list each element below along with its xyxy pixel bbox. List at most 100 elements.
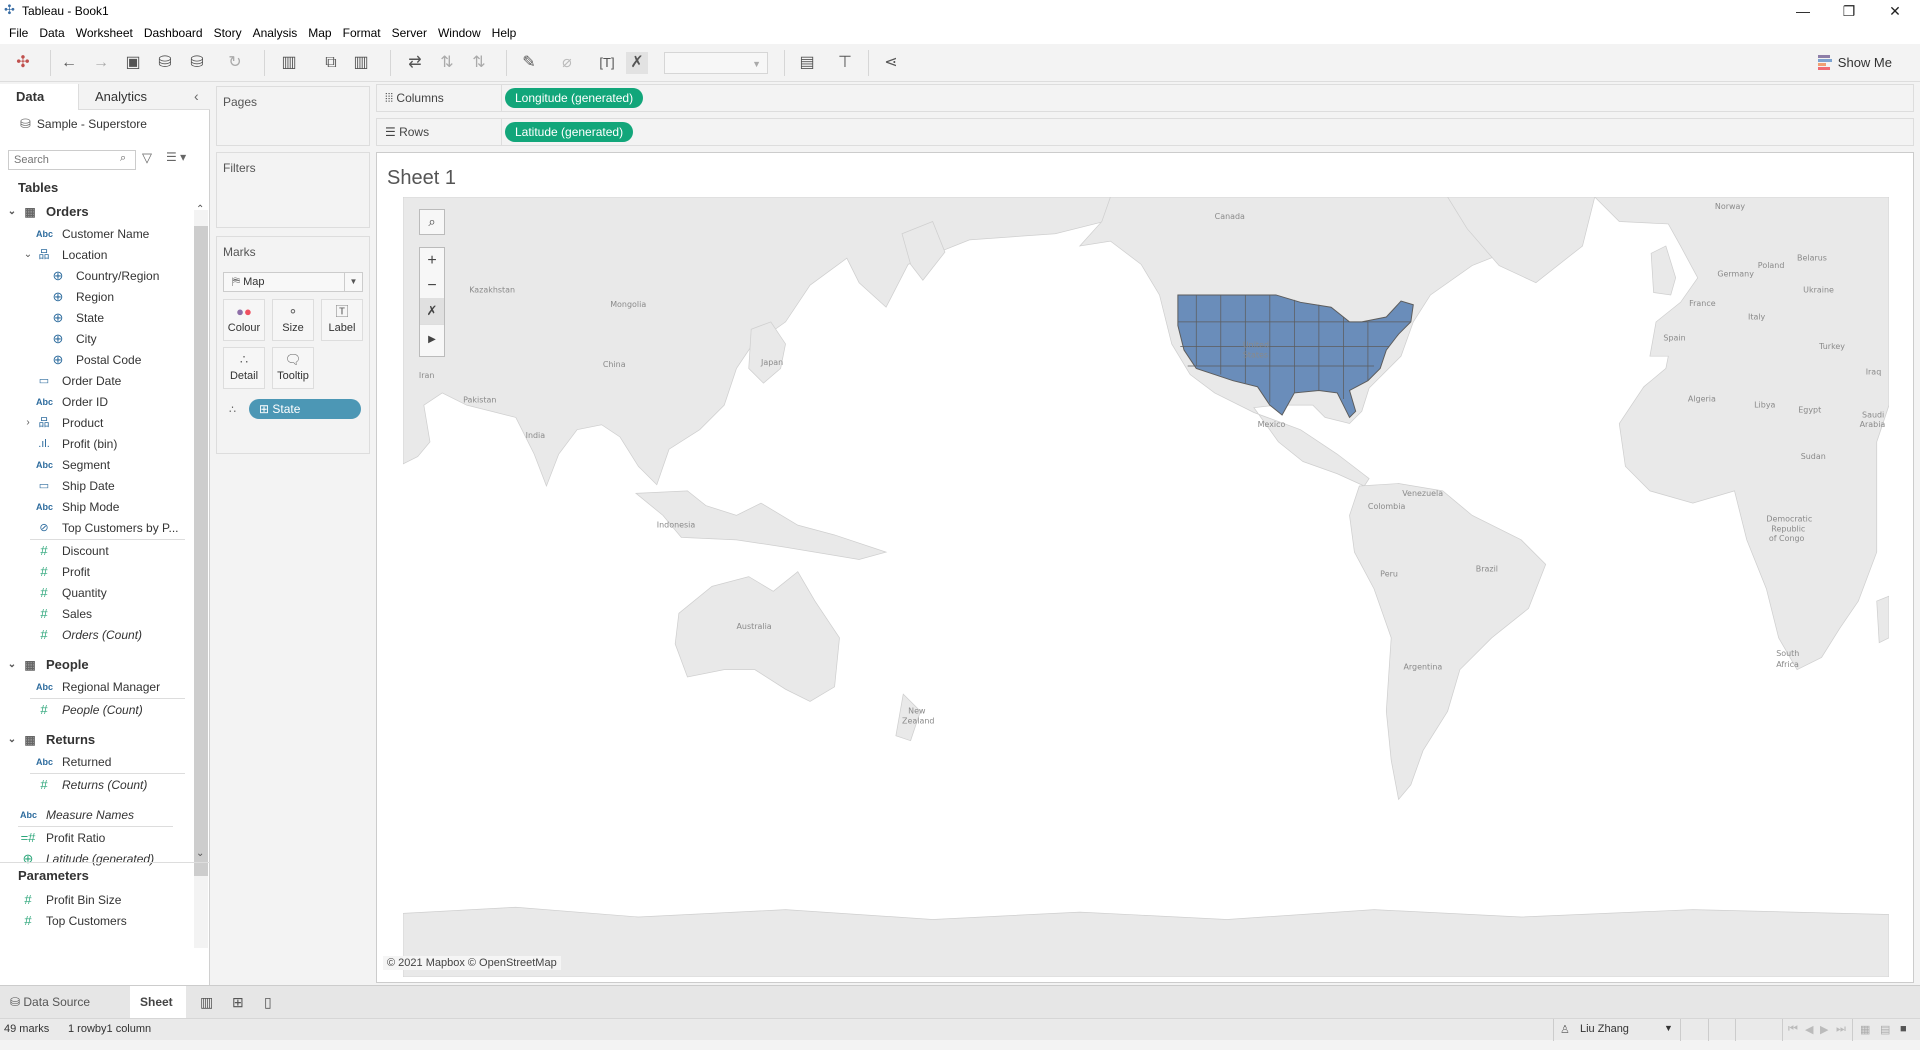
save-icon[interactable]: ▣	[122, 52, 144, 74]
field-item[interactable]: ⊘ Top Customers by P...	[0, 518, 192, 538]
field-item[interactable]: # People (Count)	[0, 700, 192, 720]
field-item[interactable]: ▭ Ship Date	[0, 476, 192, 496]
field-item[interactable]: Abc Returned	[0, 752, 192, 772]
field-item[interactable]: ⊕ Region	[0, 287, 192, 307]
field-item[interactable]: ⌄ 品 Location	[0, 245, 192, 265]
group-members-icon[interactable]: ⌀	[556, 52, 578, 74]
field-item[interactable]: ⊕ Country/Region	[0, 266, 192, 286]
presentation-mode-icon[interactable]: ⊤	[834, 52, 856, 74]
sheet-sorter-icon[interactable]: ▦	[1860, 1023, 1870, 1036]
field-item[interactable]: .ıl. Profit (bin)	[0, 434, 192, 454]
menu-analysis[interactable]: Analysis	[250, 22, 306, 44]
mark-type-dropdown[interactable]: ⛿ Map ▼	[223, 272, 363, 292]
next-page-icon[interactable]: ▶	[1820, 1023, 1828, 1036]
close-button[interactable]: ✕	[1872, 0, 1918, 22]
share-icon[interactable]: ⋖	[880, 52, 902, 74]
sort-ascending-icon[interactable]: ⇅	[436, 52, 458, 74]
field-item[interactable]: ⊕ City	[0, 329, 192, 349]
field-item[interactable]: Abc Ship Mode	[0, 497, 192, 517]
menu-server[interactable]: Server	[389, 22, 435, 44]
new-worksheet-icon[interactable]: ▥	[190, 986, 223, 1018]
restore-button[interactable]: ❐	[1826, 0, 1872, 22]
field-list-scrollbar-thumb[interactable]	[194, 226, 208, 876]
collapse-pane-icon[interactable]: ‹	[194, 88, 199, 104]
field-item[interactable]: Abc Regional Manager	[0, 677, 192, 697]
duplicate-sheet-icon[interactable]: ⧉	[320, 52, 342, 74]
new-story-icon[interactable]: ▯	[254, 986, 282, 1018]
tooltip-button[interactable]: 🗨 Tooltip	[272, 347, 314, 389]
show-me-button[interactable]: Show Me	[1817, 54, 1892, 71]
swap-rows-columns-icon[interactable]: ⇄	[404, 52, 426, 74]
scroll-down-icon[interactable]: ⌄	[196, 848, 204, 859]
field-item[interactable]: Abc Order ID	[0, 392, 192, 412]
clear-sheet-icon[interactable]: ▥	[350, 52, 372, 74]
menu-window[interactable]: Window	[435, 22, 489, 44]
chevron-down-icon[interactable]: ⌄	[20, 245, 36, 265]
user-name[interactable]: Liu Zhang	[1580, 1023, 1629, 1035]
detail-button[interactable]: ∴ Detail	[223, 347, 265, 389]
parameter-item[interactable]: # Profit Bin Size	[0, 890, 192, 910]
user-dropdown-icon[interactable]: ▼	[1664, 1023, 1673, 1033]
scroll-up-icon[interactable]: ⌃	[196, 204, 204, 215]
filmstrip-icon[interactable]: ▤	[1880, 1023, 1890, 1036]
field-item[interactable]: ▭ Order Date	[0, 371, 192, 391]
field-item[interactable]: ⊕ State	[0, 308, 192, 328]
sheet-title[interactable]: Sheet 1	[387, 167, 456, 190]
state-detail-pill[interactable]: ⊞ State	[249, 399, 361, 419]
field-item[interactable]: # Profit	[0, 562, 192, 582]
map-view[interactable]: Canada Kazakhstan Mongolia China Japan I…	[402, 196, 1890, 978]
zoom-in-button[interactable]: +	[420, 248, 444, 274]
menu-file[interactable]: File	[6, 22, 36, 44]
table-section-people[interactable]: ⌄ ▦ People	[0, 655, 192, 675]
tableau-home-icon[interactable]: ✣	[12, 52, 34, 74]
refresh-icon[interactable]: ↻	[224, 52, 246, 74]
tabs-view-icon[interactable]: ■	[1900, 1023, 1907, 1035]
menu-help[interactable]: Help	[489, 22, 525, 44]
size-button[interactable]: ⚬ Size	[272, 299, 314, 341]
menu-format[interactable]: Format	[340, 22, 389, 44]
latitude-pill[interactable]: Latitude (generated)	[505, 122, 634, 142]
zoom-out-button[interactable]: −	[420, 274, 444, 298]
columns-shelf[interactable]: ⦙⦙⦙ Columns Longitude (generated)	[376, 84, 1914, 112]
map-search-button[interactable]: ⌕	[419, 209, 445, 235]
new-data-source-icon[interactable]: ⛁	[154, 52, 176, 74]
menu-story[interactable]: Story	[211, 22, 250, 44]
table-section-returns[interactable]: ⌄ ▦ Returns	[0, 730, 192, 750]
minimize-button[interactable]: —	[1780, 0, 1826, 22]
menu-dashboard[interactable]: Dashboard	[141, 22, 211, 44]
expand-toolbar-button[interactable]: ▶	[420, 324, 444, 354]
filters-card[interactable]: Filters	[216, 152, 370, 228]
parameter-item[interactable]: # Top Customers	[0, 911, 192, 931]
longitude-pill[interactable]: Longitude (generated)	[505, 88, 644, 108]
table-section-orders[interactable]: ⌄ ▦ Orders	[0, 202, 192, 222]
field-item[interactable]: Abc Segment	[0, 455, 192, 475]
label-button[interactable]: 🅃 Label	[321, 299, 363, 341]
pages-card[interactable]: Pages	[216, 86, 370, 146]
field-item[interactable]: Abc Customer Name	[0, 224, 192, 244]
field-item[interactable]: =# Profit Ratio	[0, 828, 192, 848]
previous-page-icon[interactable]: ◀	[1805, 1023, 1813, 1036]
field-item[interactable]: # Returns (Count)	[0, 775, 192, 795]
map-canvas[interactable]: Canada Kazakhstan Mongolia China Japan I…	[402, 196, 1890, 978]
chevron-down-icon[interactable]: ⌄	[4, 730, 20, 750]
menu-worksheet[interactable]: Worksheet	[73, 22, 141, 44]
show-mark-labels-icon[interactable]: [T]	[596, 52, 618, 74]
colour-button[interactable]: ●● Colour	[223, 299, 265, 341]
undo-icon[interactable]: ←	[58, 52, 80, 74]
rows-shelf[interactable]: ☰ Rows Latitude (generated)	[376, 118, 1914, 146]
field-item[interactable]: # Sales	[0, 604, 192, 624]
highlight-icon[interactable]: ✎	[518, 52, 540, 74]
field-item[interactable]: # Discount	[0, 541, 192, 561]
field-item[interactable]: # Orders (Count)	[0, 625, 192, 645]
sort-descending-icon[interactable]: ⇅	[468, 52, 490, 74]
last-page-icon[interactable]: ⏭	[1836, 1023, 1846, 1036]
menu-map[interactable]: Map	[305, 22, 339, 44]
map-attribution[interactable]: © 2021 Mapbox © OpenStreetMap	[383, 956, 561, 970]
reset-map-pins-icon[interactable]: ✗	[626, 52, 648, 74]
new-dashboard-icon[interactable]: ⊞	[222, 986, 254, 1018]
field-item[interactable]: Abc Measure Names	[0, 805, 192, 825]
first-page-icon[interactable]: ⏮	[1788, 1023, 1798, 1036]
fit-dropdown[interactable]: ▼	[664, 52, 768, 74]
field-item[interactable]: › 品 Product	[0, 413, 192, 433]
chevron-right-icon[interactable]: ›	[20, 413, 36, 433]
